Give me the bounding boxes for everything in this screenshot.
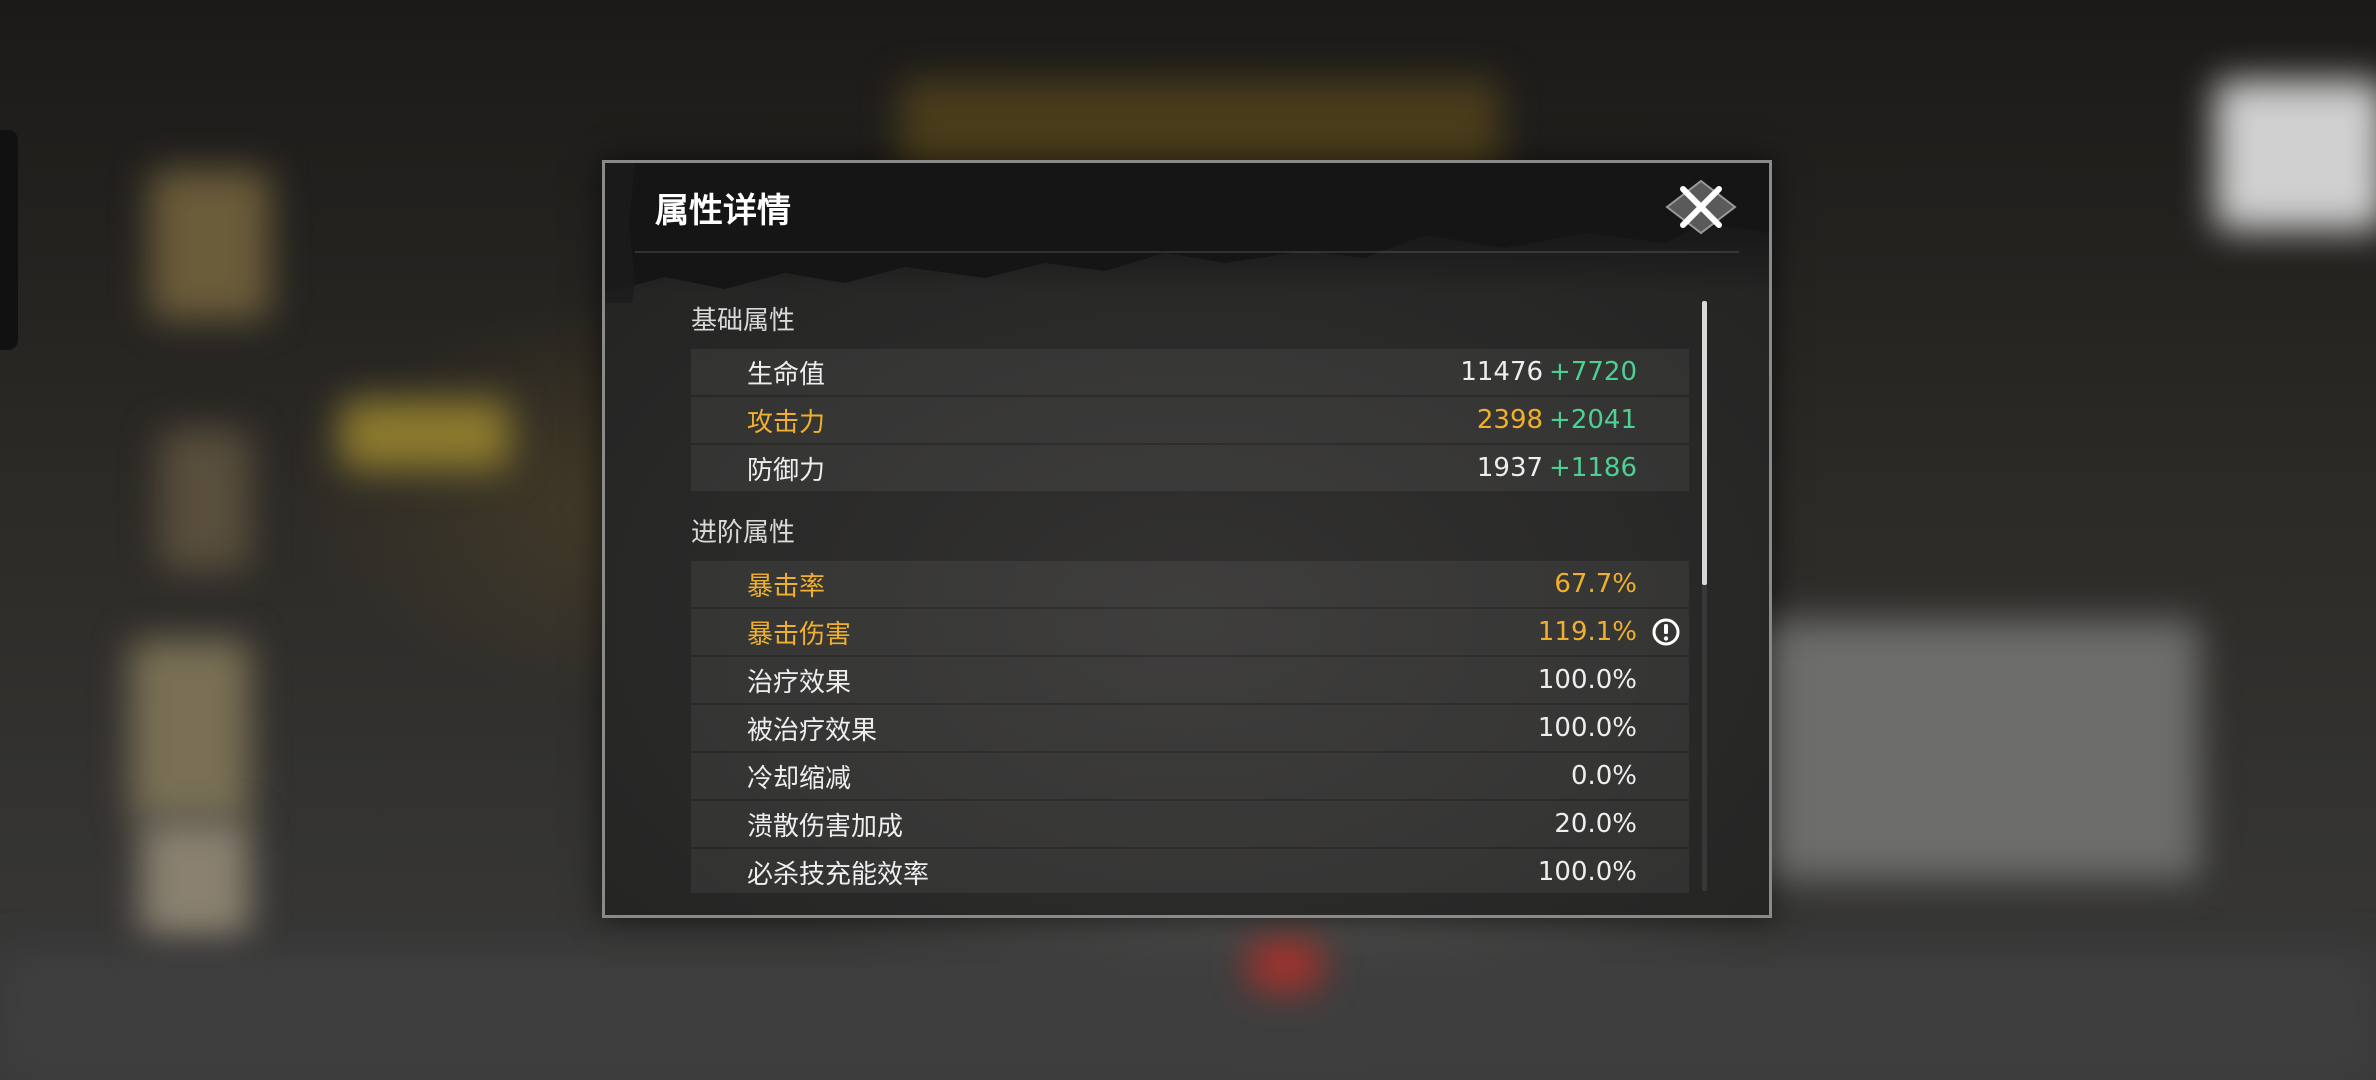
attr-value: 2398 +2041 bbox=[1476, 405, 1637, 435]
attr-name: 防御力 bbox=[747, 455, 826, 486]
background-right-tab bbox=[2215, 80, 2376, 230]
attr-bonus: +7720 bbox=[1549, 357, 1637, 387]
attr-row-break-damage: 溃散伤害加成 20.0% bbox=[691, 801, 1689, 847]
background-character-card bbox=[140, 820, 250, 940]
dialog-title: 属性详情 bbox=[655, 191, 791, 231]
background-name-plate bbox=[340, 400, 510, 470]
close-x-icon bbox=[1665, 179, 1737, 235]
attr-value: 100.0% bbox=[1537, 713, 1637, 743]
dialog-header: 属性详情 bbox=[605, 163, 1769, 303]
attr-value: 67.7% bbox=[1554, 569, 1637, 599]
attr-row-defense: 防御力 1937 +1186 bbox=[691, 445, 1689, 491]
attr-row-attack: 攻击力 2398 +2041 bbox=[691, 397, 1689, 443]
background-badge bbox=[1250, 940, 1320, 990]
attr-row-cooldown: 冷却缩减 0.0% bbox=[691, 753, 1689, 799]
attr-name: 冷却缩减 bbox=[747, 763, 852, 794]
attr-value: 100.0% bbox=[1537, 857, 1637, 887]
section-title-advanced: 进阶属性 bbox=[691, 518, 796, 548]
attr-name: 被治疗效果 bbox=[747, 715, 878, 746]
attribute-list[interactable]: 基础属性 生命值 11476 +7720 攻击力 2398 +2041 防御力 19… bbox=[691, 293, 1689, 893]
device-notch bbox=[0, 130, 18, 350]
background-bottom-strip bbox=[0, 950, 2376, 1080]
header-divider bbox=[635, 251, 1739, 253]
background-character-card bbox=[130, 640, 250, 820]
background-character-card bbox=[150, 170, 270, 320]
attr-value: 0.0% bbox=[1570, 761, 1637, 791]
attr-value: 11476 +7720 bbox=[1460, 357, 1637, 387]
attr-row-healing: 治疗效果 100.0% bbox=[691, 657, 1689, 703]
attr-name: 暴击伤害 bbox=[747, 619, 852, 650]
attr-row-crit-damage: 暴击伤害 119.1% bbox=[691, 609, 1689, 655]
attr-value: 1937 +1186 bbox=[1476, 453, 1637, 483]
attr-name: 攻击力 bbox=[747, 407, 826, 438]
attr-value: 100.0% bbox=[1537, 665, 1637, 695]
attr-row-ult-charge: 必杀技充能效率 100.0% bbox=[691, 849, 1689, 893]
exclamation-circle-icon[interactable] bbox=[1651, 617, 1681, 647]
attr-row-hp: 生命值 11476 +7720 bbox=[691, 349, 1689, 395]
attr-name: 必杀技充能效率 bbox=[747, 859, 930, 890]
attr-name: 溃散伤害加成 bbox=[747, 811, 904, 842]
attr-row-healed: 被治疗效果 100.0% bbox=[691, 705, 1689, 751]
attr-bonus: +2041 bbox=[1549, 405, 1637, 435]
attr-name: 治疗效果 bbox=[747, 667, 852, 698]
close-button[interactable] bbox=[1663, 177, 1739, 237]
scrollbar-thumb[interactable] bbox=[1702, 301, 1707, 585]
attr-row-crit-rate: 暴击率 67.7% bbox=[691, 561, 1689, 607]
attr-name: 暴击率 bbox=[747, 571, 826, 602]
background-character-card bbox=[160, 430, 250, 570]
attr-name: 生命值 bbox=[747, 359, 826, 390]
attr-value: 119.1% bbox=[1537, 617, 1637, 647]
attr-bonus: +1186 bbox=[1549, 453, 1637, 483]
section-title-basic: 基础属性 bbox=[691, 306, 796, 336]
attribute-details-dialog: 属性详情 基础属性 生命值 11476 +7720 攻击力 2398 +2041 防… bbox=[602, 160, 1772, 918]
attr-value: 20.0% bbox=[1554, 809, 1637, 839]
